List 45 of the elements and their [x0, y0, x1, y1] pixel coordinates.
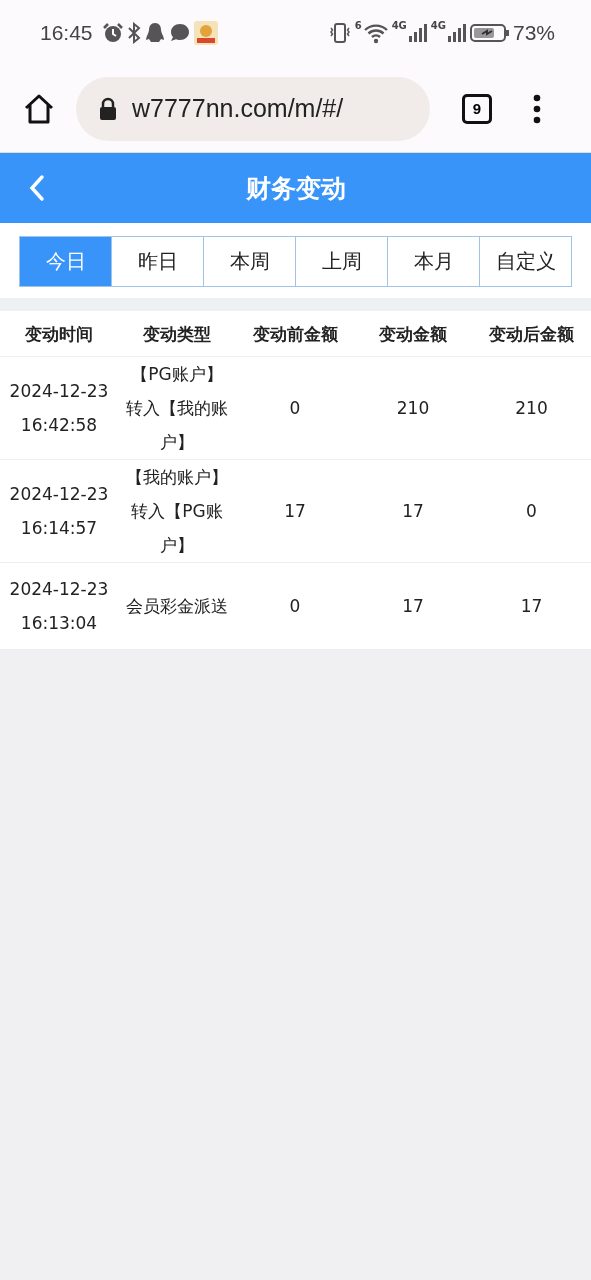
table-cell-text: 会员彩金派送 [125, 595, 229, 618]
column-header: 变动时间 [24, 322, 94, 346]
url-text: w7777nn.com/m/#/ [132, 94, 344, 123]
wifi-label: 6 [354, 20, 362, 31]
battery-icon [469, 21, 510, 44]
lock-icon [98, 96, 118, 121]
time-text: 16:14:57 [20, 517, 98, 540]
address-bar[interactable]: w7777nn.com/m/#/ [76, 76, 430, 141]
chat-bubble-icon [168, 21, 191, 44]
vibrate-icon [327, 20, 352, 45]
column-header: 变动类型 [142, 322, 212, 346]
time-text: 16:13:04 [20, 612, 98, 635]
signal-icon [446, 21, 467, 44]
column-header: 变动后金额 [488, 322, 575, 346]
table-cell-text: 17 [283, 500, 307, 523]
time-text: 16:42:58 [20, 414, 98, 437]
page-title: 财务变动 [245, 172, 346, 205]
table-cell-text: 210 [395, 397, 431, 420]
date-text: 2024-12-23 [9, 483, 109, 506]
back-icon[interactable] [28, 174, 46, 202]
penguin-icon [143, 21, 166, 44]
bluetooth-icon [126, 21, 141, 44]
clock-time: 16:45 [40, 20, 93, 45]
table-cell-text: 【PG账户】转入【我的账户】 [125, 363, 229, 454]
date-text: 2024-12-23 [9, 380, 109, 403]
app-icon [193, 20, 218, 45]
table-cell-text: 17 [401, 595, 425, 618]
tab-switcher-button[interactable]: 9 [462, 93, 492, 124]
alarm-clock-icon [101, 21, 124, 44]
column-header: 变动前金额 [251, 322, 339, 346]
menu-icon[interactable] [532, 93, 542, 124]
network-label: 4G [391, 20, 407, 31]
column-header: 变动金额 [378, 322, 448, 346]
table-cell-text: 0 [288, 595, 302, 618]
network-label: 4G [430, 20, 446, 31]
date-text: 2024-12-23 [9, 578, 109, 601]
table-cell-text: 0 [525, 500, 538, 523]
table-cell-text: 17 [401, 500, 425, 523]
table-cell-text: 210 [514, 397, 549, 420]
battery-percent: 73% [512, 20, 555, 45]
table-cell-text: 17 [519, 595, 544, 618]
wifi-icon [362, 21, 389, 44]
signal-icon [407, 21, 428, 44]
table-cell-text: 0 [288, 397, 302, 420]
table-cell-text: 【我的账户】转入【PG账户】 [125, 466, 229, 557]
